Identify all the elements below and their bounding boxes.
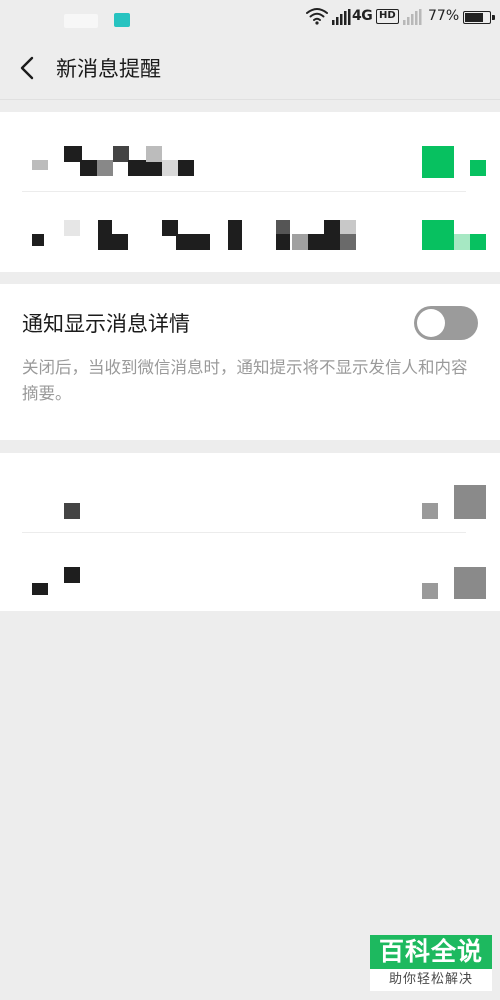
redacted-text-block: [64, 503, 80, 519]
redacted-text-block: [64, 567, 80, 583]
status-notification-icon-blurred: [64, 14, 98, 28]
network-type-label: 4G: [352, 8, 373, 24]
battery-level-fill: [465, 13, 483, 22]
cell-signal-icon: [332, 9, 351, 25]
chevron-left-icon: [20, 56, 34, 80]
redacted-setting-value: [470, 160, 486, 176]
wifi-icon: [306, 8, 328, 25]
redacted-text-block: [80, 160, 98, 176]
redacted-text-block: [32, 160, 48, 170]
notification-detail-toggle[interactable]: [414, 306, 478, 340]
watermark-title: 百科全说: [370, 935, 492, 969]
setting-row-redacted-3[interactable]: [0, 453, 500, 533]
setting-notification-detail: 通知显示消息详情 关闭后，当收到微信消息时，通知提示将不显示发信人和内容摘要。: [0, 284, 500, 440]
redacted-setting-value: [454, 234, 470, 250]
redacted-text-block: [308, 234, 324, 250]
toggle-knob: [417, 309, 445, 337]
redacted-setting-value: [454, 567, 486, 599]
redacted-setting-value: [422, 146, 454, 178]
notification-detail-label: 通知显示消息详情: [22, 312, 190, 336]
redacted-setting-value: [470, 234, 486, 250]
setting-row-redacted-1[interactable]: [0, 112, 500, 192]
redacted-text-block: [64, 220, 80, 236]
redacted-setting-value: [422, 220, 454, 250]
redacted-text-block: [162, 160, 178, 176]
redacted-text-block: [176, 234, 210, 250]
cell-signal-icon-secondary: [403, 9, 422, 25]
redacted-text-block: [228, 220, 242, 250]
redacted-setting-value: [454, 485, 486, 519]
redacted-text-block: [128, 160, 162, 176]
watermark-logo: 百科全说 助你轻松解决: [370, 935, 492, 991]
redacted-text-block: [32, 234, 44, 246]
redacted-text-block: [178, 160, 194, 176]
settings-group-more: [0, 453, 500, 611]
redacted-text-block: [146, 146, 162, 162]
battery-percent: 77%: [428, 8, 460, 24]
page-title: 新消息提醒: [56, 57, 161, 81]
phone-screen: 4G HD 77% 新消息提醒 通知显示消息详情 关闭后，当收到微信消息时，通知…: [0, 0, 500, 1000]
navigation-bar: 新消息提醒: [0, 36, 500, 100]
redacted-text-block: [340, 234, 356, 250]
status-notification-icon: [114, 13, 130, 27]
watermark-subtitle: 助你轻松解决: [370, 969, 492, 991]
redacted-text-block: [98, 234, 128, 250]
status-bar: 4G HD 77%: [0, 0, 500, 36]
setting-row-redacted-2[interactable]: [0, 192, 500, 272]
battery-tip: [492, 15, 495, 20]
redacted-text-block: [97, 160, 113, 176]
notification-detail-description: 关闭后，当收到微信消息时，通知提示将不显示发信人和内容摘要。: [22, 358, 468, 403]
setting-row-redacted-4[interactable]: [0, 533, 500, 613]
battery-icon: [463, 11, 495, 24]
settings-group-message-alerts: [0, 112, 500, 272]
hd-icon: HD: [376, 9, 399, 24]
redacted-setting-value: [422, 583, 438, 599]
redacted-setting-value: [422, 503, 438, 519]
redacted-text-block: [276, 234, 290, 250]
redacted-text-block: [324, 220, 340, 250]
redacted-text-block: [292, 234, 308, 250]
redacted-text-block: [32, 583, 48, 595]
redacted-text-block: [113, 146, 129, 162]
back-button[interactable]: [6, 44, 50, 92]
